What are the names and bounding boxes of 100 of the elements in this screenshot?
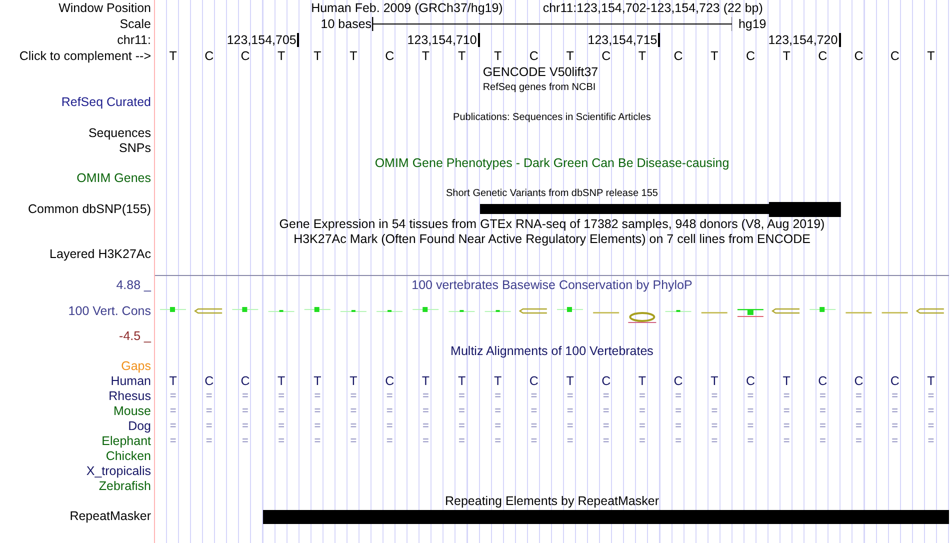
alignment-match: = [204,391,214,402]
alignment-match: = [890,391,900,402]
base-letter: C [384,375,396,388]
alignment-match: = [602,406,610,417]
alignment-match: = [385,391,394,402]
alignment-match: = [854,391,863,402]
track-label: Rhesus [108,390,151,403]
alignment-match: = [204,436,214,447]
base-letter[interactable]: C [227,50,264,62]
scale-label: 10 bases [320,18,372,30]
base-letter[interactable]: T [263,50,300,62]
track-label[interactable]: Click to complement --> [19,50,151,62]
track-label: RepeatMasker [70,510,151,523]
track-caption: Short Genetic Variants from dbSNP release 155 [446,189,658,199]
alignment-match: = [710,406,719,417]
alignment-match: = [530,406,538,417]
track-caption: H3K27Ac Mark (Often Found Near Active Regulatory Elements) on 7 cell lines from ENCODE [294,233,810,246]
base-letter[interactable]: C [372,50,408,62]
alignment-match: = [674,406,683,417]
base-letter: C [672,375,684,388]
alignment-match: = [421,436,430,447]
alignment-match: = [566,421,574,432]
track-label: Chicken [106,450,151,463]
track-label: OMIM Genes [76,172,151,185]
alignment-match: = [241,406,250,417]
track-label: Elephant [102,435,151,448]
base-letter[interactable]: C [732,50,769,62]
alignment-match: = [277,391,286,402]
alignment-match: = [746,436,755,447]
base-letter[interactable]: C [840,50,877,62]
alignment-match: = [602,391,610,402]
alignment-match: = [241,391,250,402]
track-label: RefSeq Curated [61,96,151,109]
assembly-title: Human Feb. 2009 (GRCh37/hg19) [311,2,503,14]
track-label: Dog [128,420,151,433]
alignment-match: = [854,421,863,432]
alignment-match: = [818,421,827,432]
track-label: 100 Vert. Cons [68,304,151,318]
base-letter[interactable]: T [624,50,660,62]
base-letter: C [528,375,540,388]
base-letter[interactable]: T [552,50,588,62]
alignment-match: = [854,406,863,417]
base-letter[interactable]: C [191,50,228,62]
track-label: Scale [120,18,151,30]
alignment-match: = [674,391,683,402]
base-letter[interactable]: T [155,50,192,62]
alignment-match: = [313,391,322,402]
alignment-match: = [421,421,430,432]
base-letter: T [276,375,286,388]
base-letter[interactable]: C [516,50,552,62]
base-letter[interactable]: C [660,50,696,62]
assembly-label: hg19 [738,16,766,31]
base-letter[interactable]: C [876,50,913,62]
base-letter[interactable]: T [335,50,372,62]
track-label: Human [110,375,151,388]
alignment-match: = [818,436,827,447]
base-letter: T [565,375,575,388]
alignment-match: = [421,406,430,417]
alignment-match: = [710,436,719,447]
base-letter[interactable]: T [444,50,480,62]
base-letter[interactable]: T [768,50,805,62]
position-range: chr11:123,154,702-123,154,723 (22 bp) [542,2,763,14]
track-caption: Multiz Alignments of 100 Vertebrates [450,345,654,358]
track-label: Common dbSNP(155) [28,203,151,216]
alignment-match: = [458,391,466,402]
alignment-match: = [168,436,178,447]
alignment-match: = [494,391,502,402]
alignment-match: = [349,421,358,432]
base-letter: T [348,375,358,388]
alignment-match: = [926,391,936,402]
alignment-match: = [890,436,900,447]
base-letter[interactable]: T [480,50,516,62]
track-caption: Gene Expression in 54 tissues from GTEx RNA-seq of 17382 samples, 948 donors (V8, Aug 2019) [279,218,825,231]
axis-max-label: 4.88 _ [116,278,151,292]
alignment-match: = [674,421,683,432]
alignment-match: = [782,391,791,402]
base-letter[interactable]: T [408,50,444,62]
track-caption: 100 vertebrates Basewise Conservation by PhyloP [412,278,692,292]
base-letter[interactable]: T [696,50,732,62]
base-letter: T [420,375,430,388]
alignment-match: = [349,391,358,402]
base-letter[interactable]: C [804,50,841,62]
alignment-match: = [168,391,178,402]
base-letter[interactable]: T [912,50,949,62]
alignment-match: = [349,406,358,417]
base-letter[interactable]: C [588,50,624,62]
alignment-match: = [530,421,538,432]
alignment-match: = [818,391,827,402]
alignment-match: = [385,406,394,417]
alignment-match: = [204,421,214,432]
alignment-match: = [421,391,430,402]
base-letter[interactable]: T [299,50,336,62]
base-letter: T [312,375,322,388]
alignment-match: = [566,391,574,402]
track-label: X_tropicalis [86,465,151,478]
alignment-match: = [458,436,466,447]
base-letter: T [926,375,936,388]
track-caption: RefSeq genes from NCBI [482,82,597,92]
track-caption: GENCODE V50lift37 [482,66,600,78]
track-label: Layered H3K27Ac [50,248,151,261]
